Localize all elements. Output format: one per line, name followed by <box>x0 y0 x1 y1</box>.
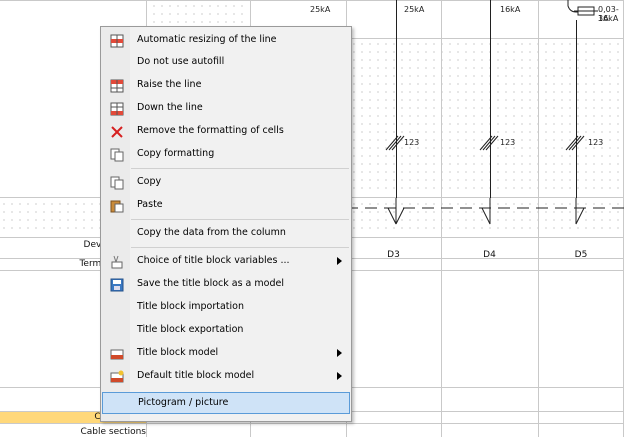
menu-item-copy-column-data[interactable]: Copy the data from the column <box>102 223 350 245</box>
bus-line <box>346 198 624 225</box>
breaker-label-d4: 123 <box>500 138 516 147</box>
default-title-block-icon <box>110 370 124 383</box>
rating-5: 16kA <box>598 14 619 23</box>
menu-item-copy[interactable]: Copy <box>102 172 350 194</box>
column-header-d4: D4 <box>483 250 496 260</box>
submenu-arrow-icon <box>337 349 342 357</box>
menu-item-title-variables[interactable]: Choice of title block variables ... <box>102 251 350 273</box>
menu-item-no-autofill[interactable]: Do not use autofill <box>102 52 350 74</box>
menu-item-paste[interactable]: Paste <box>102 195 350 217</box>
title-block-model-icon <box>110 349 124 360</box>
menu-item-down-line[interactable]: Down the line <box>102 98 350 120</box>
menu-item-remove-formatting[interactable]: Remove the formatting of cells <box>102 121 350 143</box>
menu-item-save-title-block[interactable]: Save the title block as a model <box>102 274 350 296</box>
resize-line-icon <box>110 34 124 48</box>
menu-item-title-block-export[interactable]: Title block exportation <box>102 320 350 342</box>
menu-item-title-block-import[interactable]: Title block importation <box>102 297 350 319</box>
menu-item-default-title-block[interactable]: Default title block model <box>102 366 350 388</box>
menu-item-copy-formatting[interactable]: Copy formatting <box>102 144 350 166</box>
copy-format-icon <box>110 148 124 162</box>
fuse-symbol <box>567 0 598 16</box>
context-menu: Automatic resizing of the line Do not us… <box>100 26 352 422</box>
breaker-symbol-d4 <box>479 135 499 151</box>
paste-icon <box>110 200 124 213</box>
menu-item-raise-line[interactable]: Raise the line <box>102 75 350 97</box>
row-label-cable-section: Cable sections <box>80 427 146 437</box>
rating-2: 25kA <box>404 5 425 14</box>
menu-item-auto-resize[interactable]: Automatic resizing of the line <box>102 30 350 52</box>
menu-item-title-block-model[interactable]: Title block model <box>102 343 350 365</box>
menu-item-pictogram[interactable]: Pictogram / picture <box>102 392 350 414</box>
remove-format-icon <box>111 126 123 138</box>
down-line-icon <box>110 102 124 116</box>
column-header-d3: D3 <box>387 250 400 260</box>
save-icon <box>110 278 124 292</box>
submenu-arrow-icon <box>337 372 342 380</box>
raise-line-icon <box>110 79 124 93</box>
title-variables-icon <box>111 255 123 269</box>
breaker-label-d3: 123 <box>404 138 420 147</box>
submenu-arrow-icon <box>337 257 342 265</box>
breaker-label-d5: 123 <box>588 138 604 147</box>
rating-1: 25kA <box>310 5 331 14</box>
column-header-d5: D5 <box>574 250 588 260</box>
rating-3: 16kA <box>500 5 521 14</box>
copy-icon <box>110 176 124 190</box>
